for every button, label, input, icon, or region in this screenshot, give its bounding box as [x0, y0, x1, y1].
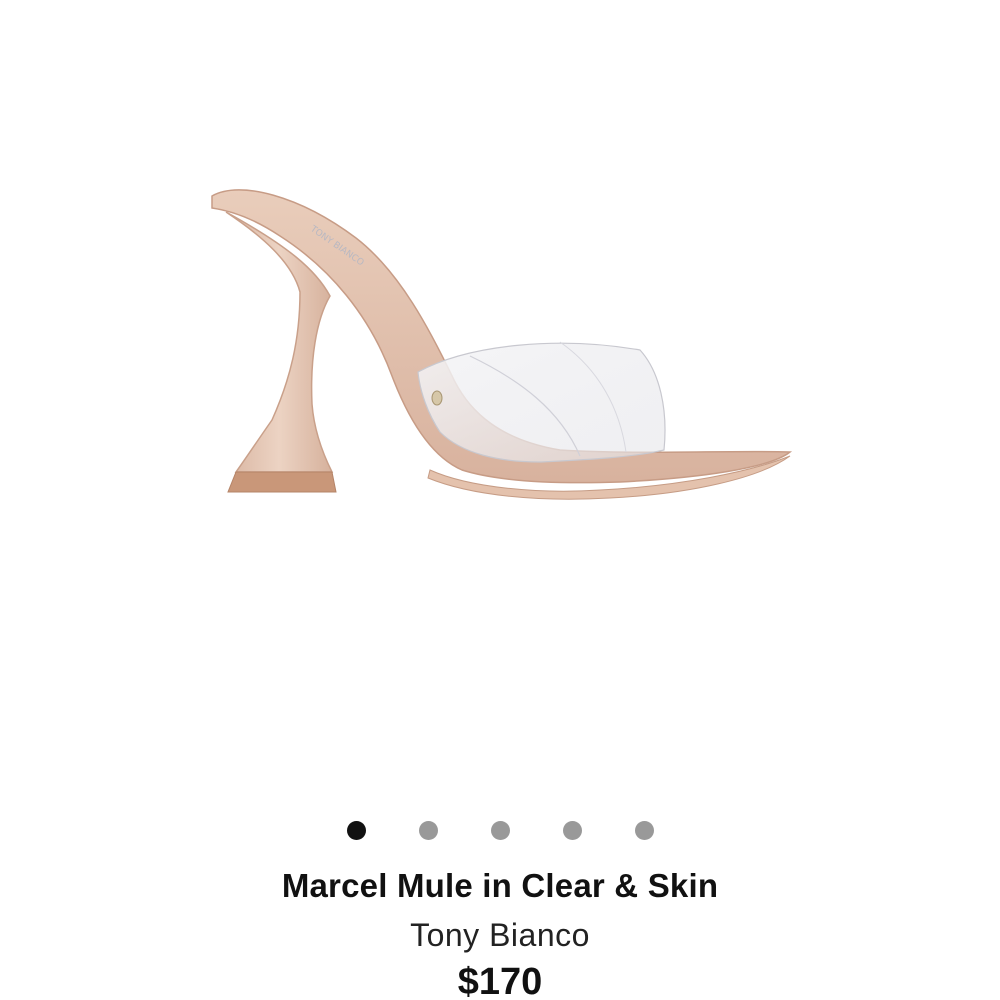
carousel-dot-2[interactable]	[418, 820, 438, 840]
product-image[interactable]: TONY BIANCO	[0, 0, 1000, 790]
carousel-indicator	[0, 818, 1000, 842]
carousel-dot-1[interactable]	[346, 820, 366, 840]
product-brand[interactable]: Tony Bianco	[0, 913, 1000, 957]
carousel-dot-5[interactable]	[634, 820, 654, 840]
mule-sandal-photo: TONY BIANCO	[211, 189, 793, 500]
product-title: Marcel Mule in Clear & Skin	[281, 867, 719, 904]
carousel-dot-3[interactable]	[490, 820, 510, 840]
product-price: $170	[457, 961, 543, 1000]
carousel-dot-4[interactable]	[562, 820, 582, 840]
